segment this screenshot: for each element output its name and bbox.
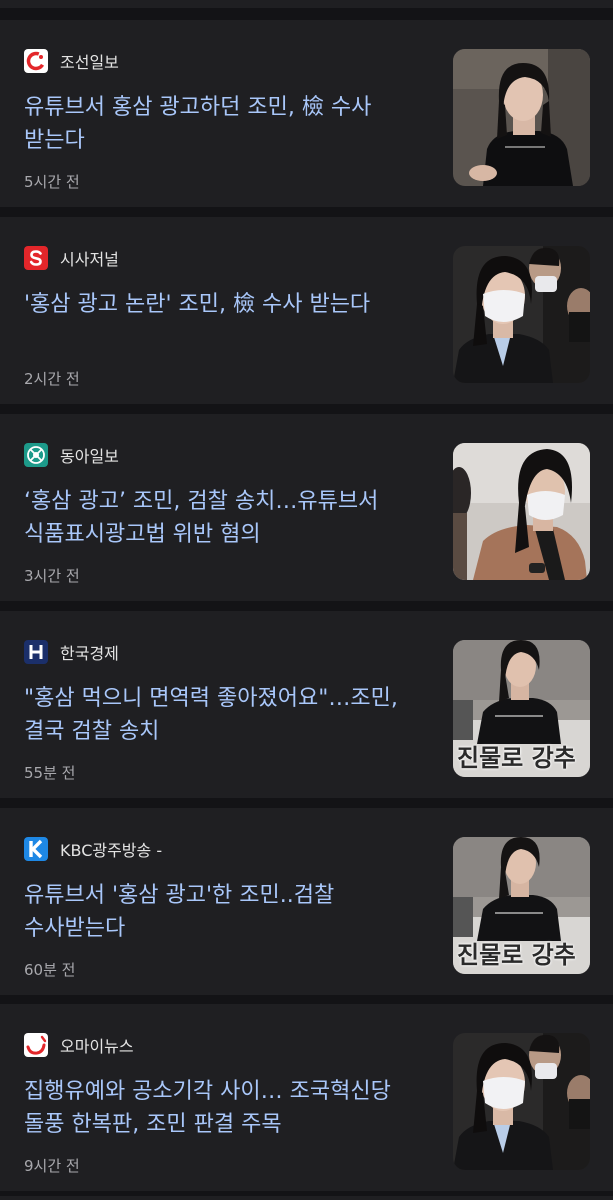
publish-time: 5시간 전 [24, 173, 80, 191]
news-source: 조선일보 [24, 49, 119, 73]
publish-time: 9시간 전 [24, 1157, 80, 1175]
news-card[interactable]: 조선일보 유튜브서 홍삼 광고하던 조민, 檢 수사 받는다 5시간 전 [0, 20, 613, 207]
woman-video-caption-photo[interactable]: 진물로 강추 [453, 640, 590, 777]
news-headline[interactable]: '홍삼 광고 논란' 조민, 檢 수사 받는다 [24, 288, 424, 321]
ohmynews-logo-icon [24, 1033, 48, 1057]
source-name: 오마이뉴스 [60, 1037, 134, 1056]
news-source: 오마이뉴스 [24, 1033, 134, 1057]
chosun-logo-icon [24, 49, 48, 73]
previous-card-edge [0, 0, 613, 8]
news-source: 한국경제 [24, 640, 119, 664]
news-headline[interactable]: "홍삼 먹으니 면역력 좋아졌어요"…조민, 결국 검찰 송치 [24, 682, 424, 748]
news-headline[interactable]: 유튜브서 홍삼 광고하던 조민, 檢 수사 받는다 [24, 91, 424, 157]
thumb-caption: 진물로 강추 [457, 940, 576, 969]
news-feed: 조선일보 유튜브서 홍삼 광고하던 조민, 檢 수사 받는다 5시간 전 시사저… [0, 0, 613, 1200]
publish-time: 3시간 전 [24, 567, 80, 585]
news-source: 동아일보 [24, 443, 119, 467]
news-card[interactable]: 한국경제 "홍삼 먹으니 면역력 좋아졌어요"…조민, 결국 검찰 송치 55분… [0, 611, 613, 798]
news-card[interactable]: 동아일보 ‘홍삼 광고’ 조민, 검찰 송치…유튜브서 식품표시광고법 위반 혐… [0, 414, 613, 601]
news-card[interactable]: KBC광주방송 - 유튜브서 '홍삼 광고'한 조민..검찰 수사받는다 60분… [0, 808, 613, 995]
source-name: KBC광주방송 - [60, 841, 163, 860]
source-name: 동아일보 [60, 447, 119, 466]
woman-black-tshirt-photo[interactable] [453, 49, 590, 186]
next-card-edge [0, 1196, 613, 1200]
donga-logo-icon [24, 443, 48, 467]
news-source: KBC광주방송 - [24, 837, 162, 861]
kbc-logo-icon [24, 837, 48, 861]
news-card[interactable]: 오마이뉴스 집행유예와 공소기각 사이… 조국혁신당 돌풍 한복판, 조민 판결… [0, 1004, 613, 1191]
woman-mask-jacket-photo[interactable] [453, 443, 590, 580]
sisajournal-logo-icon [24, 246, 48, 270]
hankyung-logo-icon [24, 640, 48, 664]
news-headline[interactable]: ‘홍삼 광고’ 조민, 검찰 송치…유튜브서 식품표시광고법 위반 혐의 [24, 485, 424, 551]
news-headline[interactable]: 유튜브서 '홍삼 광고'한 조민..검찰 수사받는다 [24, 879, 424, 945]
woman-video-caption-photo[interactable]: 진물로 강추 [453, 837, 590, 974]
publish-time: 55분 전 [24, 764, 76, 782]
news-source: 시사저널 [24, 246, 119, 270]
woman-mask-crowd-photo[interactable] [453, 246, 590, 383]
thumb-caption: 진물로 강추 [457, 743, 576, 772]
source-name: 조선일보 [60, 53, 119, 72]
publish-time: 60분 전 [24, 961, 76, 979]
news-headline[interactable]: 집행유예와 공소기각 사이… 조국혁신당 돌풍 한복판, 조민 판결 주목 [24, 1075, 424, 1141]
source-name: 한국경제 [60, 644, 119, 663]
source-name: 시사저널 [60, 250, 119, 269]
news-card[interactable]: 시사저널 '홍삼 광고 논란' 조민, 檢 수사 받는다 2시간 전 [0, 217, 613, 404]
publish-time: 2시간 전 [24, 370, 80, 388]
woman-mask-crowd-photo[interactable] [453, 1033, 590, 1170]
